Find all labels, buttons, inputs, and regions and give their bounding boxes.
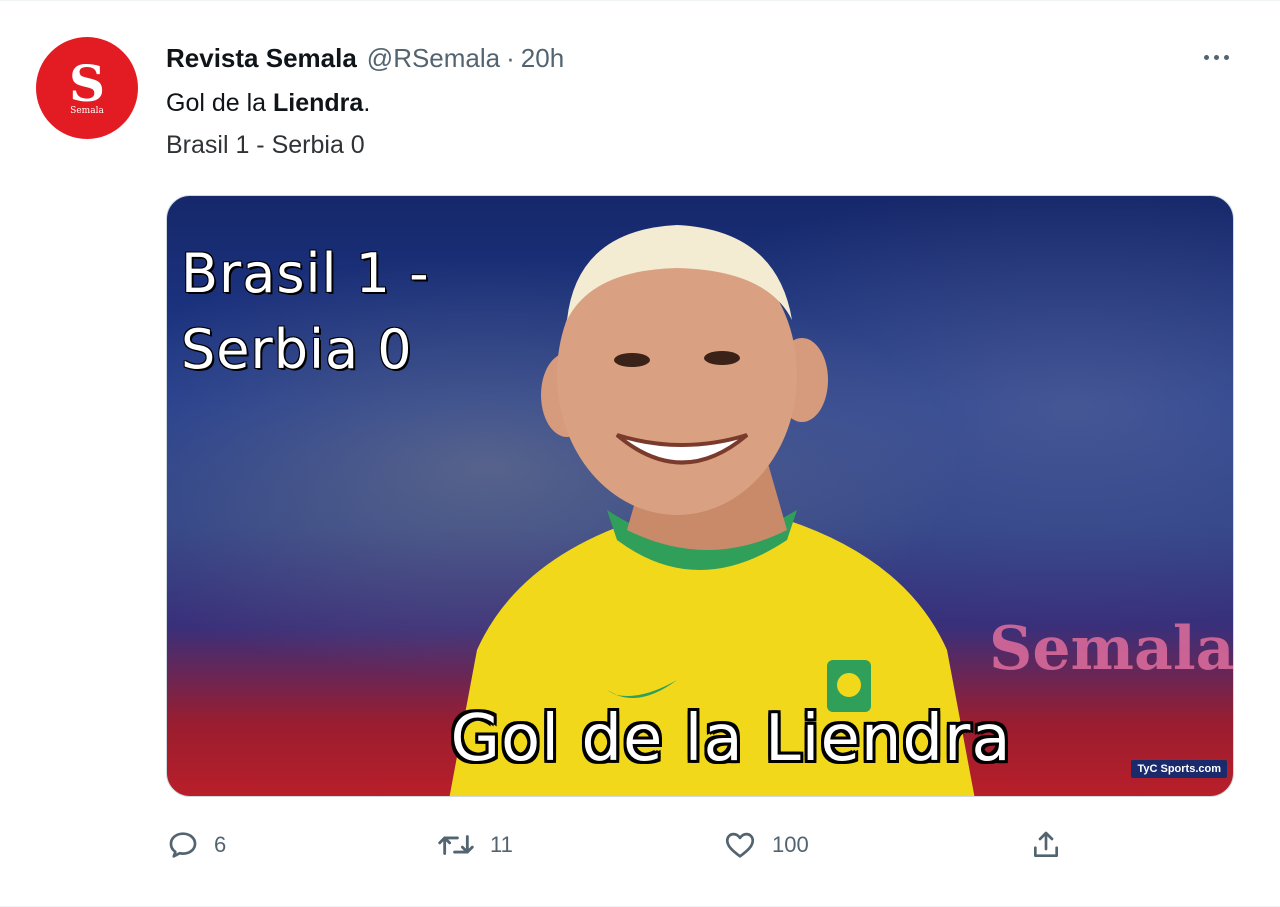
more-icon (1203, 54, 1209, 60)
image-score-line-2: Serbia 0 (181, 318, 413, 381)
image-score-text: Brasil 1 - Serbia 0 (181, 236, 430, 388)
tweet-header: Revista Semala @RSemala · 20h (166, 41, 564, 75)
more-icon-dot (1223, 54, 1229, 60)
tweet[interactable]: S Semala Revista Semala @RSemala · 20h G… (0, 0, 1280, 907)
tweet-text-prefix: Gol de la (166, 89, 274, 117)
like-count: 100 (772, 832, 809, 857)
source-badge: TyC Sports.com (1131, 760, 1227, 778)
timestamp[interactable]: 20h (521, 43, 564, 74)
avatar-letter: S (68, 54, 106, 113)
tweet-text-line-2: Brasil 1 - Serbia 0 (166, 131, 365, 159)
display-name[interactable]: Revista Semala (166, 43, 357, 74)
share-button[interactable] (1030, 823, 1062, 867)
tweet-text-line-1: Gol de la Liendra. (166, 89, 370, 118)
reply-icon (169, 832, 197, 858)
retweet-count: 11 (490, 832, 513, 857)
handle[interactable]: @RSemala (367, 43, 500, 74)
reply-button[interactable]: 6 (166, 823, 226, 867)
tweet-text-bold: Liendra (273, 89, 364, 117)
more-icon-dot (1213, 54, 1219, 60)
tweet-actions: 6 11 100 (166, 823, 1234, 867)
retweet-icon (438, 835, 474, 855)
image-score-line-1: Brasil 1 - (181, 242, 430, 305)
heart-icon (725, 832, 755, 858)
reply-count: 6 (214, 832, 227, 857)
watermark: Semala (989, 614, 1234, 684)
retweet-button[interactable]: 11 (436, 823, 513, 867)
avatar[interactable]: S Semala (36, 37, 138, 139)
image-caption: Gol de la Liendra (450, 702, 1012, 776)
share-icon (1034, 831, 1058, 857)
tweet-media-image[interactable]: Brasil 1 - Serbia 0 Semala Gol de la Lie… (166, 195, 1234, 797)
separator-dot: · (506, 42, 515, 73)
tweet-text-suffix: . (363, 89, 371, 117)
more-options-button[interactable] (1194, 39, 1238, 75)
avatar-sublabel: Semala (70, 106, 104, 116)
like-button[interactable]: 100 (722, 823, 809, 867)
